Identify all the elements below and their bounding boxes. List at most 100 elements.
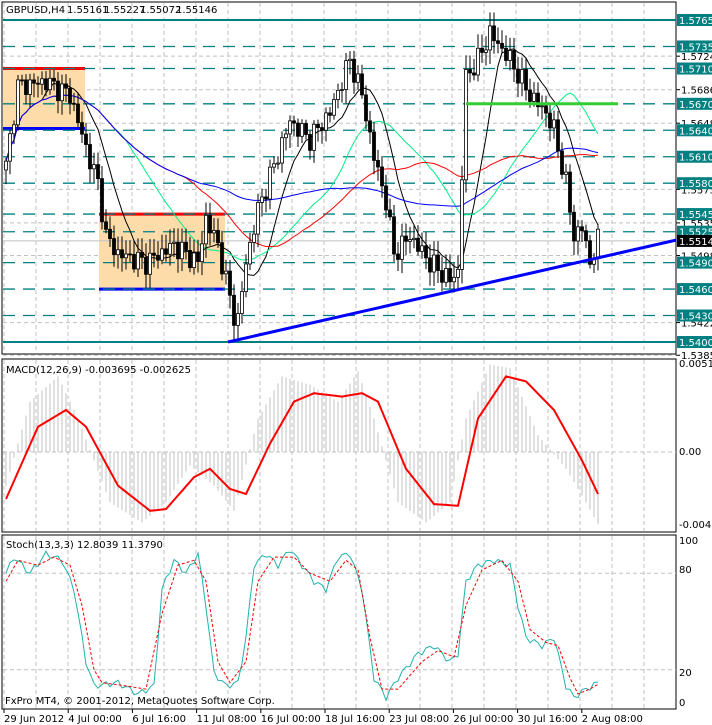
candle-body: [260, 196, 264, 203]
level-label: 1.54600: [679, 285, 712, 296]
candle-body: [420, 245, 424, 252]
candle-body: [468, 69, 472, 74]
macd-panel: MACD(12,26,9) -0.003695 -0.002625 0.0051…: [1, 358, 712, 533]
candle-body: [112, 238, 116, 256]
candle-body: [168, 242, 172, 255]
candle-body: [520, 69, 524, 84]
candle-body: [132, 254, 136, 270]
candle-body: [488, 25, 492, 51]
candle-body: [156, 254, 160, 261]
candle-body: [320, 127, 324, 131]
level-label: 1.56100: [679, 153, 712, 164]
candle-body: [104, 221, 108, 230]
candle-body: [568, 171, 572, 213]
price-panel: GBPUSD,H4 1.55161 1.55227 1.55072 1.5514…: [1, 1, 712, 362]
candle-body: [152, 252, 156, 256]
candle-body: [496, 40, 500, 44]
candle-body: [584, 230, 588, 242]
candle-body: [424, 245, 428, 259]
candle-body: [356, 73, 360, 83]
candle-body: [364, 94, 368, 122]
candle-body: [28, 79, 32, 95]
level-label: 1.55450: [679, 210, 712, 221]
candle-body: [144, 256, 148, 275]
candle-body: [280, 137, 284, 164]
candle-body: [500, 42, 504, 49]
candle-body: [548, 112, 552, 129]
candle-body: [376, 160, 380, 168]
candle-body: [464, 69, 468, 181]
candle-body: [72, 102, 76, 105]
candle-body: [116, 249, 120, 256]
candle-body: [556, 119, 560, 152]
candle-body: [224, 270, 228, 275]
candle-body: [40, 78, 44, 85]
candle-body: [160, 248, 164, 261]
candle-body: [248, 241, 252, 265]
candle-body: [448, 268, 452, 283]
copyright: FxPro MT4, © 2001-2012, MetaQuotes Softw…: [5, 696, 275, 707]
candle-body: [188, 250, 192, 269]
candle-body: [20, 79, 24, 82]
candle-body: [564, 171, 568, 175]
candle-body: [288, 120, 292, 135]
candle-body: [316, 123, 320, 128]
candle-body: [332, 99, 336, 116]
candle-body: [76, 103, 80, 124]
candle-body: [440, 270, 444, 283]
time-label: 6 Jul 16:00: [132, 714, 186, 725]
candle-body: [480, 47, 484, 53]
candle-body: [540, 105, 544, 108]
ohlc-close: 1.55146: [176, 5, 217, 16]
stoch-tick-label: 20: [679, 668, 692, 679]
time-label: 29 Jun 2012: [4, 714, 64, 725]
candle-body: [12, 124, 16, 135]
vertical-grid: [3, 3, 645, 353]
candle-body: [276, 162, 280, 165]
level-label: 1.54900: [679, 259, 712, 270]
candle-body: [96, 164, 100, 180]
candle-body: [8, 133, 12, 162]
stochastic-panel: Stoch(13,3,3) 12.8039 11.3790 FxPro MT4,…: [1, 534, 698, 710]
candle-body: [400, 235, 404, 260]
current-price-label: 1.55146: [679, 237, 712, 248]
candle-body: [208, 214, 212, 234]
candle-body: [336, 89, 340, 100]
candle-body: [172, 241, 176, 244]
candle-body: [368, 120, 372, 133]
candle-body: [232, 294, 236, 326]
candle: [464, 55, 468, 193]
candle-body: [296, 122, 300, 137]
candle-body: [528, 89, 532, 102]
time-axis: 29 Jun 2012 4 Jul 00:00 6 Jul 16:00 11 Jul …: [3, 709, 643, 725]
stoch-axis: 100 80 20 0: [679, 536, 698, 709]
candle-body: [80, 122, 84, 135]
candle-body: [512, 50, 516, 70]
candle-body: [452, 276, 456, 283]
level-label: 1.54000: [679, 338, 712, 349]
stoch-panel-frame: [1, 534, 677, 710]
candle-body: [292, 120, 296, 124]
candle-body: [444, 268, 448, 283]
candle-body: [56, 80, 60, 102]
time-label: 11 Jul 08:00: [197, 714, 257, 725]
candle-body: [308, 134, 312, 151]
candle-body: [472, 72, 476, 76]
candle-body: [300, 123, 304, 137]
price-grid-label: 1.56860: [681, 86, 712, 97]
candle-body: [108, 228, 112, 239]
price-grid-label: 1.57240: [681, 52, 712, 63]
candle-body: [412, 237, 416, 240]
candle-body: [324, 112, 328, 131]
macd-tick-label: 0.00511: [679, 359, 712, 370]
candle-body: [304, 123, 308, 135]
candle-body: [60, 83, 64, 102]
candle-body: [312, 123, 316, 151]
time-label: 26 Jul 00:00: [453, 714, 513, 725]
candle-body: [388, 209, 392, 218]
level-label: 1.55800: [679, 179, 712, 190]
candle-body: [572, 211, 576, 242]
candle-body: [64, 83, 68, 89]
candle-body: [516, 68, 520, 84]
candle-body: [216, 230, 220, 244]
